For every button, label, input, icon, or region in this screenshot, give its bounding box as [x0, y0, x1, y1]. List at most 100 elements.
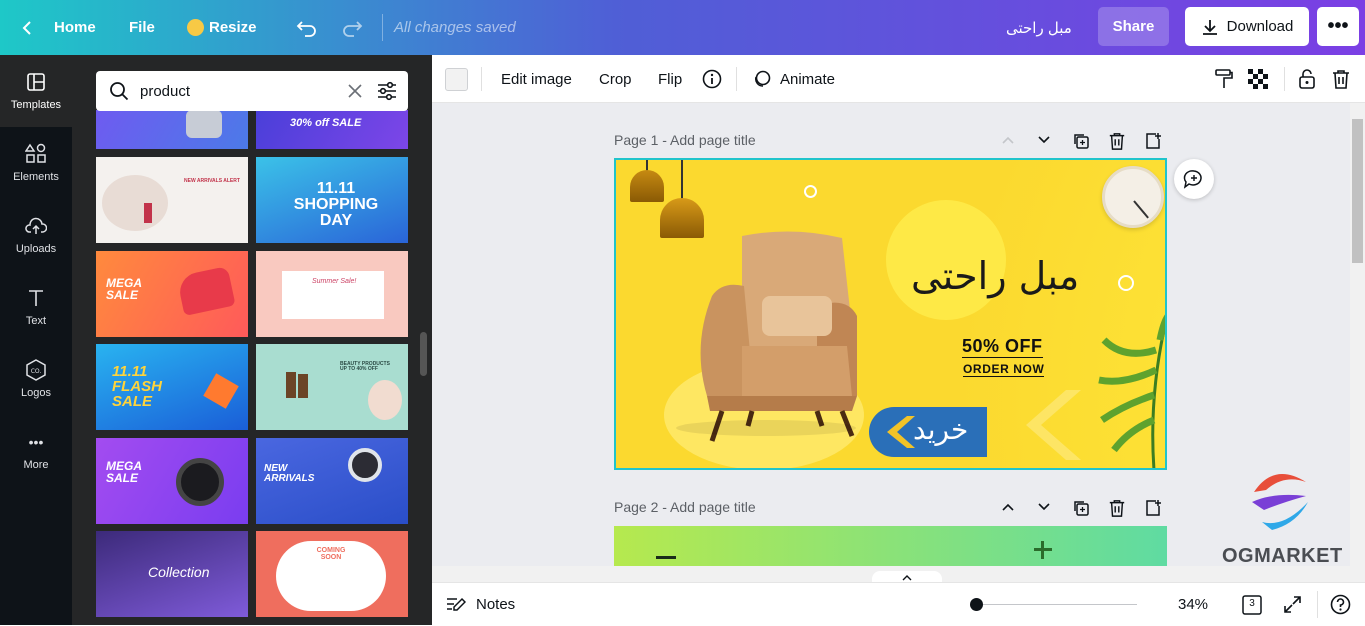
- wall-clock-image: [1102, 166, 1164, 228]
- add-page-icon[interactable]: [1144, 132, 1162, 150]
- vertical-scrollbar[interactable]: [1350, 103, 1365, 566]
- template-thumbnail[interactable]: MEGA SALE: [96, 251, 248, 337]
- rail-item-logos[interactable]: CO. Logos: [0, 343, 72, 415]
- resize-button[interactable]: Resize: [187, 0, 257, 55]
- template-thumbnail[interactable]: 11.11 FLASH SALE: [96, 344, 248, 430]
- crown-icon: [187, 19, 204, 36]
- move-up-icon[interactable]: [1000, 132, 1016, 148]
- rail-item-more[interactable]: ••• More: [0, 415, 72, 487]
- upload-icon: [25, 215, 47, 237]
- design-page-2[interactable]: [614, 526, 1167, 566]
- lens-image: [176, 458, 224, 506]
- unlock-icon: [1299, 69, 1315, 89]
- offer-text[interactable]: 50% OFF: [962, 336, 1043, 358]
- zoom-slider-track[interactable]: [977, 604, 1137, 605]
- clear-icon[interactable]: [348, 84, 362, 98]
- rail-label: Uploads: [15, 243, 57, 255]
- template-thumbnail[interactable]: 11.11 SHOPPING DAY: [256, 157, 408, 243]
- search-input[interactable]: [140, 79, 330, 103]
- move-up-icon[interactable]: [1000, 499, 1016, 515]
- template-thumbnail[interactable]: BEAUTY PRODUCTS UP TO 40% OFF: [256, 344, 408, 430]
- copy-style-button[interactable]: [1214, 55, 1234, 103]
- zoom-slider-handle[interactable]: [970, 598, 983, 611]
- info-button[interactable]: [702, 55, 722, 103]
- rail-item-elements[interactable]: Elements: [0, 127, 72, 199]
- home-label: Home: [54, 19, 96, 36]
- fullscreen-button[interactable]: [1283, 595, 1302, 619]
- flip-button[interactable]: Flip: [658, 55, 682, 103]
- help-button[interactable]: [1330, 594, 1351, 620]
- duplicate-page-icon[interactable]: [1072, 499, 1090, 517]
- editor-toolbar: Edit image Crop Flip Animate: [432, 55, 1365, 103]
- page-title-input[interactable]: Add page title: [670, 499, 756, 515]
- delete-button[interactable]: [1332, 55, 1350, 103]
- page-title-input[interactable]: Add page title: [670, 132, 756, 148]
- notes-button[interactable]: Notes: [446, 583, 515, 626]
- rail-item-templates[interactable]: Templates: [0, 55, 72, 127]
- page-2-controls: [1000, 499, 1162, 517]
- rail-label: Text: [25, 315, 47, 327]
- rail-item-text[interactable]: Text: [0, 271, 72, 343]
- plant-image: [1098, 314, 1165, 468]
- edit-image-button[interactable]: Edit image: [501, 55, 572, 103]
- transparency-button[interactable]: [1248, 55, 1268, 103]
- cta-text[interactable]: ORDER NOW: [963, 362, 1045, 377]
- template-thumbnail[interactable]: 30% off SALE: [256, 110, 408, 149]
- bottle-image: [298, 374, 308, 398]
- elements-icon: [25, 143, 47, 165]
- animate-button[interactable]: Animate: [752, 55, 835, 103]
- rail-label: Elements: [13, 171, 59, 183]
- chevron-decor-icon: [1026, 390, 1081, 460]
- template-thumbnail[interactable]: [96, 110, 248, 149]
- top-bar: Home File Resize All changes saved مبل ر…: [0, 0, 1365, 55]
- template-thumbnail[interactable]: Summer Sale!: [256, 251, 408, 337]
- template-thumbnail[interactable]: MEGA SALE: [96, 438, 248, 524]
- download-icon: [1202, 19, 1217, 35]
- panel-scrollbar[interactable]: [420, 332, 427, 376]
- redo-button[interactable]: [341, 0, 363, 55]
- toolbar-divider: [736, 67, 737, 91]
- logos-icon: CO.: [25, 359, 47, 381]
- decor-shape: [656, 556, 676, 564]
- move-down-icon[interactable]: [1036, 499, 1052, 515]
- rail-item-uploads[interactable]: Uploads: [0, 199, 72, 271]
- file-menu[interactable]: File: [129, 0, 155, 55]
- model-image: [368, 380, 402, 420]
- selection-handle[interactable]: [804, 185, 817, 198]
- more-dots-icon: •••: [1327, 15, 1349, 37]
- paint-roller-icon: [1215, 69, 1233, 88]
- document-title[interactable]: مبل راحتی: [1006, 0, 1072, 55]
- more-options-button[interactable]: •••: [1317, 7, 1359, 46]
- trash-icon[interactable]: [1108, 499, 1126, 517]
- page-grid-button[interactable]: 3: [1242, 595, 1262, 615]
- zoom-level[interactable]: 34%: [1178, 583, 1208, 626]
- share-button[interactable]: Share: [1098, 7, 1169, 46]
- cube-image: [203, 373, 239, 409]
- save-status: All changes saved: [394, 19, 516, 36]
- template-thumbnail[interactable]: COMING SOON: [256, 531, 408, 617]
- duplicate-page-icon[interactable]: [1072, 132, 1090, 150]
- home-button[interactable]: Home: [20, 0, 96, 55]
- template-thumbnail[interactable]: Collection: [96, 531, 248, 617]
- headline-text[interactable]: مبل راحتی: [911, 254, 1079, 298]
- add-page-icon[interactable]: [1144, 499, 1162, 517]
- crop-button[interactable]: Crop: [599, 55, 632, 103]
- lock-button[interactable]: [1298, 55, 1316, 103]
- filter-icon[interactable]: [377, 81, 397, 101]
- template-thumbnail[interactable]: NEW ARRIVALS: [256, 438, 408, 524]
- download-button[interactable]: Download: [1185, 7, 1309, 46]
- smartwatch-image: [186, 110, 222, 138]
- lamp-cord: [681, 160, 683, 200]
- rail-label: Logos: [21, 387, 51, 399]
- ogmarket-watermark: OGMARKET: [1218, 462, 1342, 572]
- color-swatch[interactable]: [445, 68, 468, 91]
- add-comment-button[interactable]: [1174, 159, 1214, 199]
- buy-button[interactable]: خرید: [869, 407, 987, 457]
- scrollbar-thumb[interactable]: [1352, 119, 1363, 263]
- design-page-1[interactable]: مبل راحتی 50% OFF ORDER NOW خرید: [614, 158, 1167, 470]
- template-thumbnail[interactable]: NEW ARRIVALS ALERT: [96, 157, 248, 243]
- trash-icon[interactable]: [1108, 132, 1126, 150]
- move-down-icon[interactable]: [1036, 132, 1052, 148]
- undo-button[interactable]: [296, 0, 318, 55]
- selection-handle[interactable]: [1118, 275, 1134, 291]
